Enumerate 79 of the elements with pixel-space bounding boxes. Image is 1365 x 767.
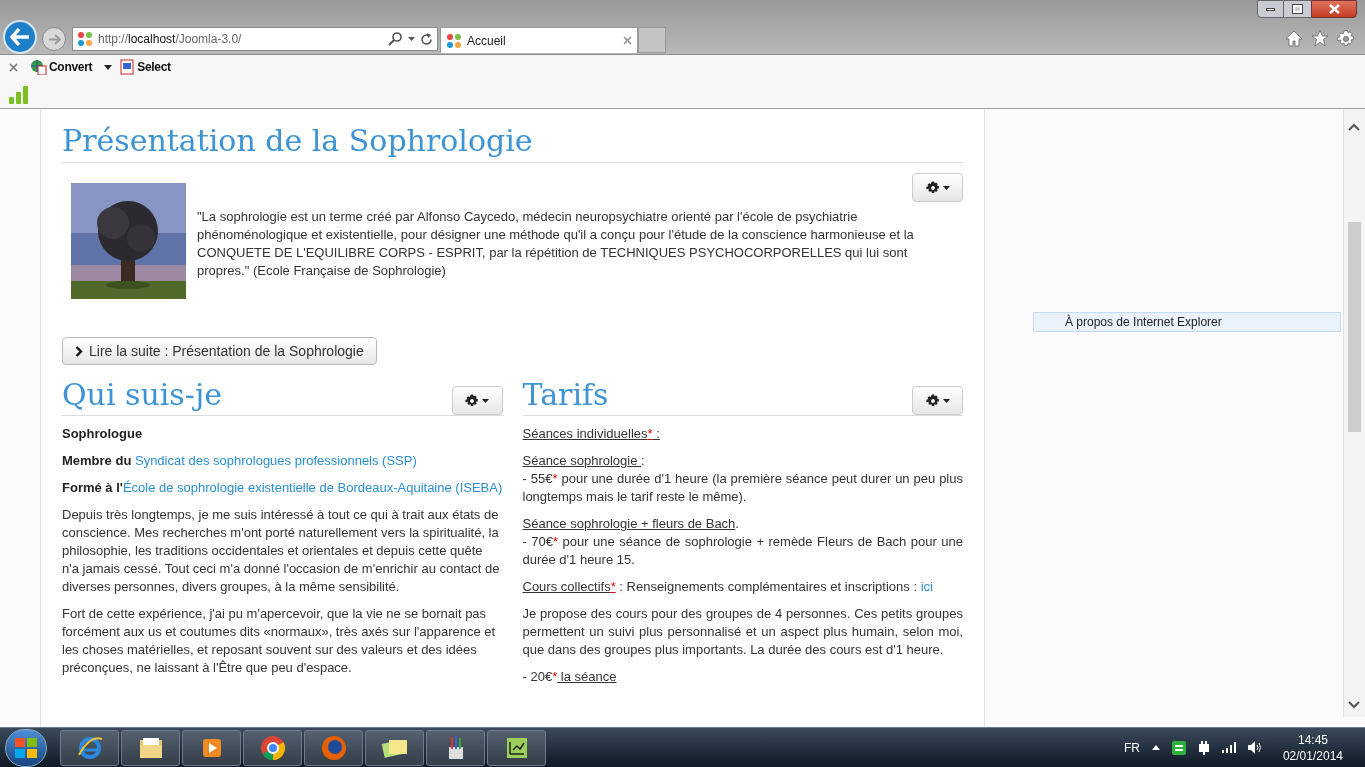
search-icon[interactable]: [388, 32, 403, 46]
paragraph: - 70€* pour une séance de sophrologie + remède Fleurs de Bach pour une durée d'1 heure 15.: [522, 533, 963, 569]
article-text: "La sophrologie est un terme créé par Alfonso Caycedo, médecin neuropsychiatre orienté par l'école de psychiatrie phénoménologique et existentielle, pour désigner une méthode qu'il a conçu pour l'étude de la conscience harmonieuse et la CONQUETE DE L'EQUILIBRE CORPS - ESPRIT, par la répétition de TECHNIQUES PSYCHOCORPORELLES qui lui sont propres." (Ecole Française de Sophrologie): [197, 208, 915, 280]
caret-icon[interactable]: [408, 37, 415, 41]
back-arrow-icon: [10, 28, 30, 46]
address-bar[interactable]: http://localhost/Joomla-3.0/: [72, 27, 438, 51]
paragraph: Séances individuelles* :: [522, 425, 661, 443]
paragraph: Séance sophrologie + fleurs de Bach.: [522, 515, 740, 533]
globe-document-icon: [30, 59, 47, 75]
taskbar-button[interactable]: [60, 729, 119, 766]
scroll-up-icon[interactable]: [1348, 123, 1360, 131]
link[interactable]: Syndicat des sophrologues professionnels (SSP): [134, 453, 417, 468]
power-plug-icon[interactable]: [1197, 740, 1210, 755]
star-icon[interactable]: [1311, 30, 1329, 47]
scrollbar-thumb[interactable]: [1348, 222, 1361, 432]
chevron-right-icon: [75, 345, 83, 357]
gear-icon: [465, 393, 479, 408]
tray-icon[interactable]: [1171, 740, 1186, 755]
language-indicator[interactable]: FR: [1123, 738, 1140, 757]
clock-time[interactable]: 14:45: [1297, 731, 1328, 748]
minimize-button[interactable]: [1257, 0, 1284, 18]
taskbar-button[interactable]: [121, 729, 180, 766]
caret-icon: [942, 185, 950, 190]
signal-icon[interactable]: [1221, 742, 1236, 753]
settings-dropdown-button[interactable]: [912, 173, 963, 202]
show-hidden-icons-icon[interactable]: [1151, 745, 1160, 750]
gear-icon: [925, 393, 940, 408]
taskbar-button[interactable]: [487, 729, 546, 766]
taskbar-button[interactable]: [182, 729, 241, 766]
caret-icon[interactable]: [104, 64, 113, 70]
windows-logo-icon: [15, 737, 37, 758]
settings-dropdown-button[interactable]: [451, 386, 503, 415]
paragraph: Membre du Syndicat des sophrologues professionnels (SSP): [62, 452, 418, 470]
clock-date[interactable]: 02/01/2014: [1282, 747, 1343, 764]
document-icon: [120, 59, 136, 75]
link[interactable]: École de sophrologie existentielle de Bordeaux-Aquitaine (ISEBA): [122, 480, 503, 495]
speaker-icon[interactable]: [1247, 741, 1263, 754]
gear-icon: [925, 180, 940, 195]
forward-arrow-icon: [47, 33, 61, 45]
taskbar-button[interactable]: [243, 729, 302, 766]
paragraph: - 55€* pour une durée d'1 heure (la première séance peut durer un peu plus longtemps mais le tarif reste le même).: [522, 470, 963, 506]
logo-icon: [446, 32, 462, 49]
article-title: Présentation de la Sophrologie: [62, 123, 963, 163]
taskbar-button[interactable]: [365, 729, 424, 766]
url-text: http://localhost/Joomla-3.0/: [98, 31, 243, 48]
menu-item[interactable]: À propos de Internet Explorer: [1033, 312, 1341, 332]
close-icon[interactable]: [9, 62, 18, 72]
read-more-button[interactable]: Lire la suite : Présentation de la Sophrologie: [62, 337, 377, 365]
browser-icon: [76, 734, 103, 761]
chart-app-icon: [504, 735, 529, 760]
back-button[interactable]: [3, 20, 37, 54]
close-button[interactable]: [1311, 0, 1357, 18]
browser-tab[interactable]: Accueil: [440, 27, 638, 53]
paragraph: Formé à l'École de sophrologie existentielle de Bordeaux-Aquitaine (ISEBA): [62, 479, 503, 497]
folder-icon: [137, 735, 164, 760]
link[interactable]: ici: [920, 579, 933, 594]
paragraph: Sophrologue: [62, 425, 144, 443]
close-icon[interactable]: [623, 36, 632, 45]
toolbar-button[interactable]: Convert: [49, 58, 93, 76]
home-icon[interactable]: [1285, 30, 1303, 47]
paragraph: Je propose des cours pour des groupes de 4 personnes. Ces petits groupes permettent un suivi plus personnalisé et un aspect plus humain, selon moi, que dans des groupes plus importants. La durée des cours est d'1 heure.: [522, 605, 963, 659]
settings-dropdown-button[interactable]: [912, 386, 963, 415]
start-button[interactable]: [5, 728, 47, 767]
paragraph: Séance sophrologie :: [522, 452, 646, 470]
scroll-down-icon[interactable]: [1348, 701, 1360, 709]
paragraph: - 20€* la séance: [522, 668, 618, 686]
close-icon: [1328, 4, 1340, 14]
caret-icon: [942, 398, 950, 403]
taskbar-button[interactable]: [426, 729, 485, 766]
paragraph: Depuis très longtemps, je me suis intéressé à tout ce qui à trait aux états de conscience. Mes recherches m'ont porté naturellement vers la spiritualité, la philosophie, les traditions occidentales et orientales et depuis cette quête n'a jamais cessé. Tout ceci m'a donné l'occasion de m'enrichir au contact de diverses personnes, divers groupes, à la même sensibilité.: [62, 506, 501, 596]
scrollbar[interactable]: [1343, 109, 1365, 717]
logo-icon: [77, 31, 93, 47]
refresh-icon[interactable]: [420, 32, 433, 46]
paragraph: Fort de cette expérience, j'ai pu m'apercevoir, que la vie ne se bornait pas forcément aux us et coutumes dits «normaux», très axés sur l'apparence et les choses matérielles, et reposant souvent sur des valeurs et des idées préconçues, ne laissant à l'Être que peu d'espace.: [62, 605, 497, 677]
toolbar-button[interactable]: Select: [137, 58, 171, 76]
paragraph: Cours collectifs* : Renseignements complémentaires et inscriptions : ici: [522, 578, 934, 596]
settings-icon[interactable]: [1337, 30, 1355, 48]
caret-icon: [482, 398, 489, 403]
restore-button[interactable]: [1284, 0, 1311, 18]
